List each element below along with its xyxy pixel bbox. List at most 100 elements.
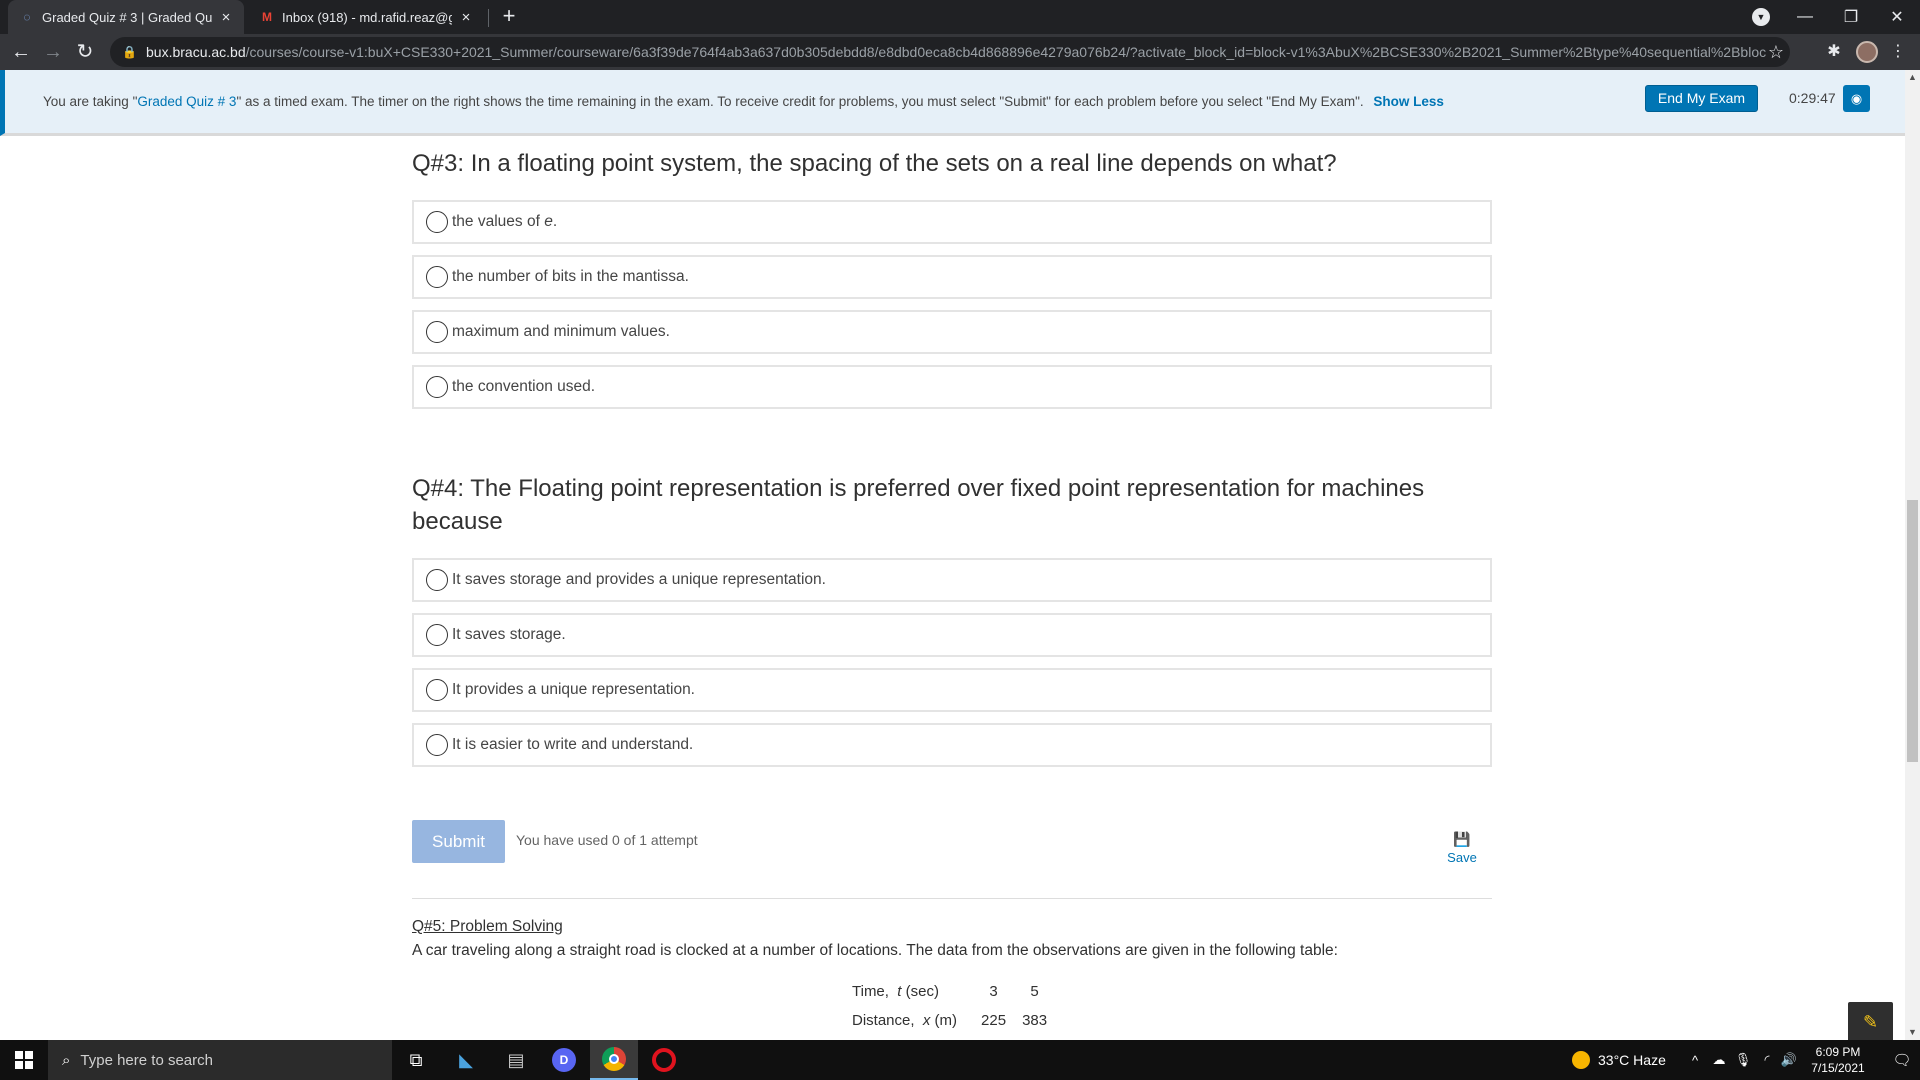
url-text[interactable]: bux.bracu.ac.bd/courses/course-v1:buX+CS…: [146, 44, 1766, 60]
profile-avatar[interactable]: [1856, 41, 1878, 63]
lock-icon[interactable]: 🔒: [122, 45, 137, 59]
onedrive-cloud-icon[interactable]: ☁: [1708, 1040, 1730, 1080]
minimize-button[interactable]: —: [1782, 0, 1828, 34]
option-label: It saves storage and provides a unique r…: [452, 571, 826, 588]
show-less-link[interactable]: Show Less: [1373, 94, 1444, 109]
search-icon: ⌕: [62, 1051, 71, 1069]
q3-option-4[interactable]: the convention used.: [412, 365, 1492, 409]
windows-taskbar: ⌕ Type here to search ⧉ ◣ ▤ D 33°C Haze …: [0, 1040, 1920, 1080]
q5-description: A car traveling along a straight road is…: [412, 942, 1338, 959]
scroll-down-arrow-icon[interactable]: ▼: [1905, 1025, 1920, 1040]
gmail-icon: M: [262, 10, 272, 24]
section-divider: [412, 898, 1492, 899]
wifi-icon[interactable]: ◜: [1756, 1040, 1778, 1080]
file-explorer-icon[interactable]: ▤: [492, 1040, 540, 1080]
exam-timer: 0:29:47: [1789, 90, 1836, 106]
exam-notice: You are taking "Graded Quiz # 3" as a ti…: [43, 94, 1444, 109]
table-cell: 3: [989, 983, 998, 1000]
pencil-edit-icon[interactable]: ✎: [1848, 1002, 1893, 1042]
radio-button[interactable]: [426, 211, 448, 233]
tab-title: Graded Quiz # 3 | Graded Quiz #: [42, 9, 212, 25]
radio-button[interactable]: [426, 734, 448, 756]
chrome-menu-icon[interactable]: ⋮: [1888, 42, 1908, 62]
chrome-icon: [602, 1047, 626, 1071]
weather-widget[interactable]: 33°C Haze: [1572, 1040, 1666, 1080]
option-label: the number of bits in the mantissa.: [452, 268, 689, 285]
tab-separator: [488, 9, 489, 27]
opera-icon: [652, 1048, 676, 1072]
search-placeholder: Type here to search: [80, 1051, 213, 1069]
opera-app[interactable]: [640, 1040, 688, 1080]
end-exam-button[interactable]: End My Exam: [1645, 85, 1758, 112]
windows-start-button[interactable]: [0, 1040, 48, 1080]
timed-exam-banner: You are taking "Graded Quiz # 3" as a ti…: [0, 70, 1905, 136]
tab-graded-quiz[interactable]: ◌ Graded Quiz # 3 | Graded Quiz # ×: [8, 0, 244, 34]
radio-button[interactable]: [426, 321, 448, 343]
option-label: It saves storage.: [452, 626, 566, 643]
tab-gmail-inbox[interactable]: M Inbox (918) - md.rafid.reaz@g.br ×: [248, 0, 484, 34]
new-tab-button[interactable]: +: [496, 4, 522, 30]
attempts-text: You have used 0 of 1 attempt: [516, 832, 698, 848]
browser-tab-strip: ◌ Graded Quiz # 3 | Graded Quiz # × M In…: [0, 0, 1920, 34]
row-header: Time, t (sec): [852, 983, 939, 1000]
save-button[interactable]: 💾 Save: [1444, 832, 1480, 865]
microphone-icon[interactable]: 🎙: [1732, 1040, 1754, 1080]
notification-center-icon[interactable]: 🗨: [1884, 1040, 1920, 1080]
floppy-disk-icon: 💾: [1453, 831, 1471, 847]
forward-arrow-icon[interactable]: →: [40, 39, 66, 65]
table-row: Distance, x (m) 225 383: [844, 1006, 1055, 1035]
weather-text: 33°C Haze: [1598, 1052, 1666, 1068]
option-label: the convention used.: [452, 378, 596, 395]
reload-icon[interactable]: ↻: [72, 39, 98, 65]
q4-option-4[interactable]: It is easier to write and understand.: [412, 723, 1492, 767]
clock-date: 7/15/2021: [1811, 1061, 1865, 1075]
volume-icon[interactable]: 🔊: [1778, 1040, 1800, 1080]
scroll-thumb[interactable]: [1907, 500, 1918, 762]
q3-option-3[interactable]: maximum and minimum values.: [412, 310, 1492, 354]
q3-option-2[interactable]: the number of bits in the mantissa.: [412, 255, 1492, 299]
submit-button[interactable]: Submit: [412, 820, 505, 863]
radio-button[interactable]: [426, 266, 448, 288]
close-tab-icon[interactable]: ×: [216, 9, 236, 26]
browser-toolbar: ← → ↻ 🔒 bux.bracu.ac.bd/courses/course-v…: [0, 34, 1920, 70]
radio-button[interactable]: [426, 679, 448, 701]
discord-app[interactable]: D: [540, 1040, 588, 1080]
close-tab-icon[interactable]: ×: [456, 9, 476, 26]
back-arrow-icon[interactable]: ←: [8, 39, 34, 65]
clock-time: 6:09 PM: [1815, 1045, 1861, 1059]
radio-button[interactable]: [426, 376, 448, 398]
restore-button[interactable]: ❐: [1828, 0, 1874, 34]
q4-option-3[interactable]: It provides a unique representation.: [412, 668, 1492, 712]
task-view-icon[interactable]: ⧉: [392, 1040, 440, 1080]
q4-question: Q#4: The Floating point representation i…: [412, 475, 1425, 535]
bookmark-star-icon[interactable]: ☆: [1768, 42, 1784, 63]
loading-spinner-icon: ◌: [23, 10, 31, 24]
q4-option-2[interactable]: It saves storage.: [412, 613, 1492, 657]
close-window-button[interactable]: ✕: [1874, 0, 1920, 34]
extensions-puzzle-icon[interactable]: ✱: [1824, 42, 1844, 62]
q5-data-table: Time, t (sec) 3 5 Distance, x (m) 225 38…: [844, 977, 1055, 1035]
taskbar-search-box[interactable]: ⌕ Type here to search: [48, 1040, 392, 1080]
option-label: It is easier to write and understand.: [452, 736, 694, 753]
q5-title: Q#5: Problem Solving: [412, 918, 563, 935]
tab-search-icon[interactable]: ▼: [1752, 8, 1770, 26]
system-clock[interactable]: 6:09 PM 7/15/2021: [1800, 1044, 1876, 1076]
pinned-app-icon[interactable]: ◣: [442, 1040, 490, 1080]
scroll-up-arrow-icon[interactable]: ▲: [1905, 70, 1920, 85]
toggle-timer-eye-icon[interactable]: ◉: [1843, 85, 1870, 112]
q4-option-1[interactable]: It saves storage and provides a unique r…: [412, 558, 1492, 602]
exam-link[interactable]: Graded Quiz # 3: [137, 94, 236, 109]
save-label: Save: [1447, 850, 1477, 865]
table-cell: 225: [981, 1012, 1007, 1029]
radio-button[interactable]: [426, 624, 448, 646]
option-label: the values of e.: [452, 213, 558, 230]
chrome-app[interactable]: [590, 1040, 638, 1080]
discord-icon: D: [552, 1048, 576, 1072]
q3-option-1[interactable]: the values of e.: [412, 200, 1492, 244]
show-hidden-icons-chevron-icon[interactable]: ^: [1684, 1040, 1706, 1080]
page-scrollbar[interactable]: ▲ ▼: [1905, 70, 1920, 1040]
radio-button[interactable]: [426, 569, 448, 591]
address-bar[interactable]: 🔒 bux.bracu.ac.bd/courses/course-v1:buX+…: [110, 37, 1790, 67]
row-header: Distance, x (m): [852, 1012, 958, 1029]
option-label: maximum and minimum values.: [452, 323, 670, 340]
